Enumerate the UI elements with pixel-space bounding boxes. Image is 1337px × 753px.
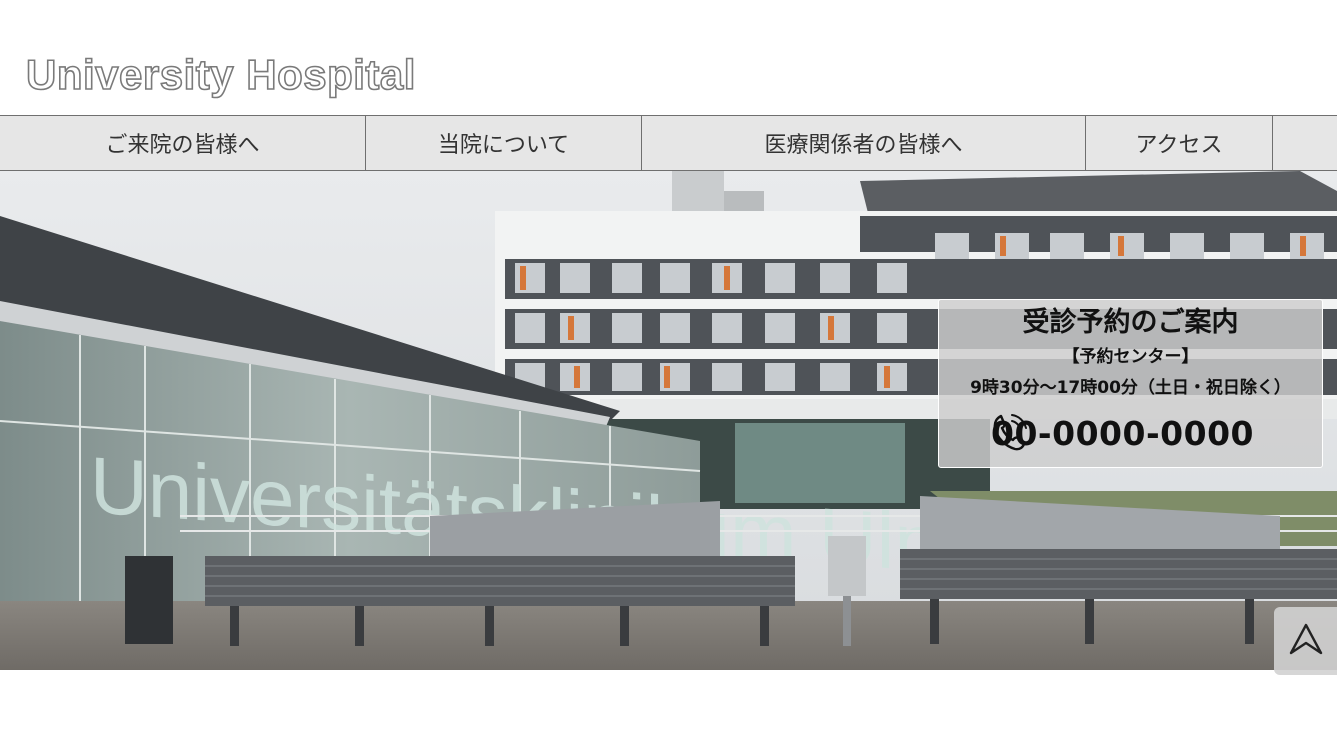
- site-logo[interactable]: University Hospital: [25, 53, 416, 97]
- nav-item-patients[interactable]: ご来院の皆様へ: [0, 116, 366, 170]
- reservation-phone-number[interactable]: 00-0000-0000: [991, 414, 1254, 454]
- nav-item-access[interactable]: アクセス: [1086, 116, 1273, 170]
- hero-image: Universitätsklinikum Ulm 受診予約のご案内 【予約センタ…: [0, 171, 1337, 670]
- phone-icon: [993, 414, 1027, 451]
- global-nav: ご来院の皆様へ 当院について 医療関係者の皆様へ アクセス: [0, 115, 1337, 171]
- nav-item-about[interactable]: 当院について: [366, 116, 642, 170]
- chevron-up-icon: [1289, 623, 1323, 655]
- nav-item-medical-professionals[interactable]: 医療関係者の皆様へ: [642, 116, 1086, 170]
- reservation-center-label: 【予約センター】: [1062, 347, 1199, 367]
- back-to-top-button[interactable]: [1274, 607, 1337, 675]
- reservation-phone-row[interactable]: 00-0000-0000: [991, 412, 1254, 456]
- reservation-title: 受診予約のご案内: [1022, 307, 1239, 338]
- site-header: University Hospital: [0, 0, 1337, 115]
- reservation-info-box: 受診予約のご案内 【予約センター】 9時30分～17時00分（土日・祝日除く） …: [938, 299, 1323, 468]
- reservation-hours: 9時30分～17時00分（土日・祝日除く）: [970, 378, 1291, 398]
